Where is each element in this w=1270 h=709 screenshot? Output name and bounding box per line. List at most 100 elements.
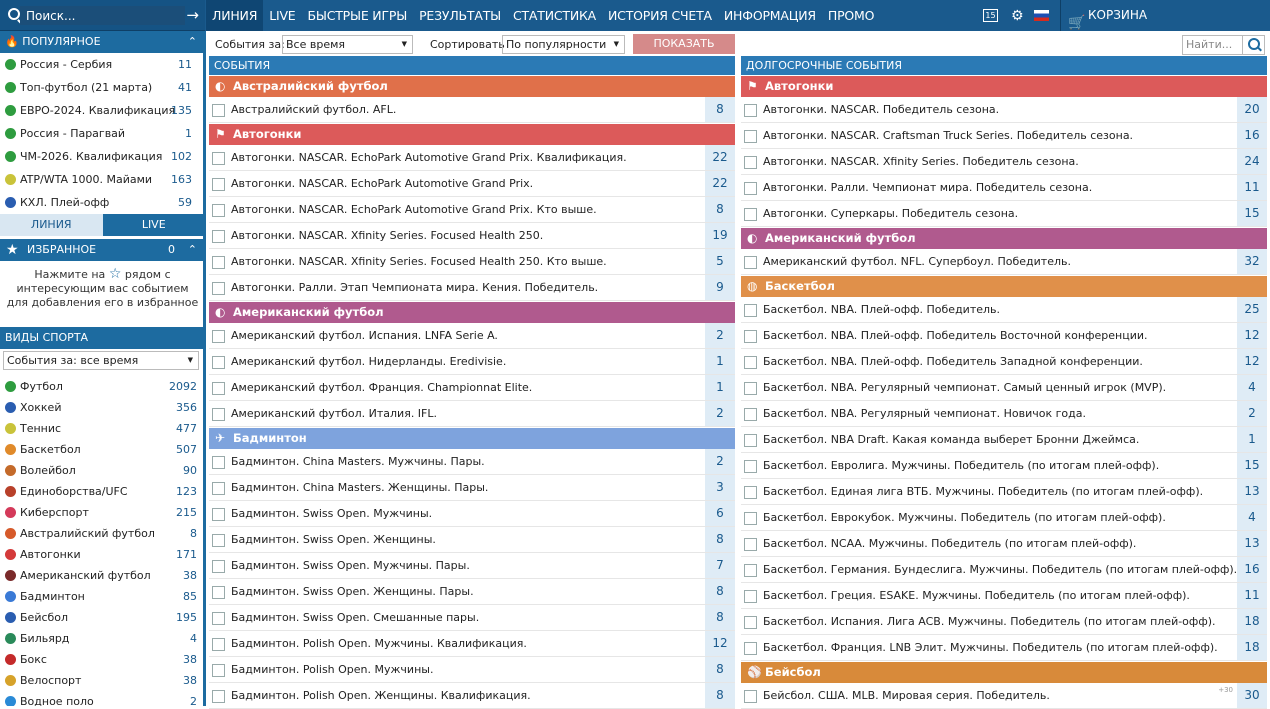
event-checkbox[interactable] (744, 182, 757, 195)
event-title[interactable]: Бадминтон. China Masters. Мужчины. Пары. (231, 449, 485, 475)
event-checkbox[interactable] (744, 104, 757, 117)
event-title[interactable]: Бадминтон. Swiss Open. Мужчины. Пары. (231, 553, 470, 579)
event-title[interactable]: Автогонки. NASCAR. Xfinity Series. Focus… (231, 223, 543, 249)
event-title[interactable]: Автогонки. NASCAR. Xfinity Series. Побед… (763, 149, 1079, 175)
category-header[interactable]: ⚑ Автогонки (209, 124, 735, 145)
category-header[interactable]: ⚾ Бейсбол (741, 662, 1267, 683)
event-checkbox[interactable] (212, 508, 225, 521)
sport-item[interactable]: Автогонки 171 (0, 544, 205, 565)
event-title[interactable]: Бейсбол. США. MLB. Мировая серия. Победи… (763, 683, 1050, 709)
event-row[interactable]: Автогонки. NASCAR. Xfinity Series. Focus… (209, 223, 735, 249)
event-count[interactable]: 2 (1237, 401, 1267, 426)
event-row[interactable]: Баскетбол. NBA. Плей-офф. Победитель Вос… (741, 323, 1267, 349)
event-row[interactable]: Бадминтон. Swiss Open. Мужчины. 6 (209, 501, 735, 527)
event-row[interactable]: Бейсбол. США. MLB. Мировая серия. Победи… (741, 683, 1267, 709)
sport-item[interactable]: Бейсбол 195 (0, 607, 205, 628)
sort-select[interactable]: По популярности ▼ (502, 35, 625, 54)
event-count[interactable]: 8 (705, 657, 735, 682)
event-title[interactable]: Баскетбол. Евролига. Мужчины. Победитель… (763, 453, 1159, 479)
event-row[interactable]: Баскетбол. NBA Draft. Какая команда выбе… (741, 427, 1267, 453)
category-header[interactable]: ◐ Австралийский футбол (209, 76, 735, 97)
event-checkbox[interactable] (744, 208, 757, 221)
event-row[interactable]: Баскетбол. Германия. Бундеслига. Мужчины… (741, 557, 1267, 583)
category-header[interactable]: ◐ Американский футбол (209, 302, 735, 323)
popular-item[interactable]: Россия - Сербия 11 (0, 53, 205, 76)
event-checkbox[interactable] (212, 204, 225, 217)
event-title[interactable]: Бадминтон. Swiss Open. Мужчины. (231, 501, 432, 527)
event-checkbox[interactable] (212, 282, 225, 295)
popular-item[interactable]: ATP/WTA 1000. Майами 163 (0, 168, 205, 191)
event-title[interactable]: Баскетбол. Германия. Бундеслига. Мужчины… (763, 557, 1237, 583)
event-count[interactable]: 25 (1237, 297, 1267, 322)
event-count[interactable]: 9 (705, 275, 735, 300)
search-input[interactable] (20, 6, 185, 25)
event-checkbox[interactable] (212, 152, 225, 165)
event-checkbox[interactable] (744, 330, 757, 343)
event-row[interactable]: Баскетбол. Испания. Лига ACB. Мужчины. П… (741, 609, 1267, 635)
event-title[interactable]: Американский футбол. Франция. Championna… (231, 375, 532, 401)
event-row[interactable]: Бадминтон. Polish Open. Женщины. Квалифи… (209, 683, 735, 709)
event-checkbox[interactable] (212, 178, 225, 191)
event-count[interactable]: 2 (705, 401, 735, 426)
event-checkbox[interactable] (744, 304, 757, 317)
event-checkbox[interactable] (744, 616, 757, 629)
event-row[interactable]: Автогонки. Ралли. Этап Чемпионата мира. … (209, 275, 735, 301)
event-title[interactable]: Баскетбол. NBA. Плей-офф. Победитель. (763, 297, 1000, 323)
chevron-up-icon[interactable]: ⌃ (188, 31, 197, 53)
event-row[interactable]: Американский футбол. Нидерланды. Eredivi… (209, 349, 735, 375)
category-header[interactable]: ⚑ Автогонки (741, 76, 1267, 97)
event-checkbox[interactable] (212, 230, 225, 243)
event-title[interactable]: Автогонки. Ралли. Этап Чемпионата мира. … (231, 275, 598, 301)
event-checkbox[interactable] (212, 690, 225, 703)
event-checkbox[interactable] (744, 434, 757, 447)
event-title[interactable]: Бадминтон. Polish Open. Женщины. Квалифи… (231, 683, 531, 709)
event-title[interactable]: Баскетбол. Греция. ESAKE. Мужчины. Побед… (763, 583, 1190, 609)
event-title[interactable]: Баскетбол. NBA Draft. Какая команда выбе… (763, 427, 1139, 453)
event-count[interactable]: 24 (1237, 149, 1267, 174)
sport-item[interactable]: Бокс 38 (0, 649, 205, 670)
sports-period-select[interactable]: События за: все время ▼ (3, 351, 199, 370)
event-checkbox[interactable] (212, 586, 225, 599)
event-count[interactable]: 18 (1237, 635, 1267, 660)
event-row[interactable]: Автогонки. NASCAR. EchoPark Automotive G… (209, 197, 735, 223)
event-count[interactable]: 4 (1237, 375, 1267, 400)
event-count[interactable]: 16 (1237, 557, 1267, 582)
sport-item[interactable]: Американский футбол 38 (0, 565, 205, 586)
event-title[interactable]: Баскетбол. Испания. Лига ACB. Мужчины. П… (763, 609, 1216, 635)
event-title[interactable]: Бадминтон. China Masters. Женщины. Пары. (231, 475, 488, 501)
event-count[interactable]: 32 (1237, 249, 1267, 274)
event-checkbox[interactable] (212, 456, 225, 469)
event-title[interactable]: Американский футбол. Испания. LNFA Serie… (231, 323, 498, 349)
event-count[interactable]: 15 (1237, 453, 1267, 478)
event-checkbox[interactable] (212, 482, 225, 495)
event-checkbox[interactable] (212, 408, 225, 421)
event-checkbox[interactable] (212, 664, 225, 677)
event-checkbox[interactable] (212, 356, 225, 369)
event-row[interactable]: Баскетбол. NCAA. Мужчины. Победитель (по… (741, 531, 1267, 557)
event-title[interactable]: Бадминтон. Polish Open. Мужчины. Квалифи… (231, 631, 527, 657)
nav-item[interactable]: РЕЗУЛЬТАТЫ (413, 0, 507, 31)
event-count[interactable]: 8 (705, 605, 735, 630)
event-checkbox[interactable] (744, 256, 757, 269)
event-row[interactable]: Бадминтон. Polish Open. Мужчины. Квалифи… (209, 631, 735, 657)
popular-item[interactable]: ЕВРО-2024. Квалификация 135 (0, 99, 205, 122)
view-badge[interactable]: 15 (983, 9, 998, 22)
event-title[interactable]: Американский футбол. Италия. IFL. (231, 401, 437, 427)
nav-item[interactable]: ИСТОРИЯ СЧЕТА (602, 0, 718, 31)
event-title[interactable]: Автогонки. Суперкары. Победитель сезона. (763, 201, 1018, 227)
event-row[interactable]: Баскетбол. NBA. Плей-офф. Победитель Зап… (741, 349, 1267, 375)
event-checkbox[interactable] (212, 256, 225, 269)
sport-item[interactable]: Единоборства/UFC 123 (0, 481, 205, 502)
event-title[interactable]: Баскетбол. Еврокубок. Мужчины. Победител… (763, 505, 1166, 531)
event-row[interactable]: Бадминтон. Swiss Open. Женщины. 8 (209, 527, 735, 553)
event-count[interactable]: 19 (705, 223, 735, 248)
event-row[interactable]: Бадминтон. Swiss Open. Женщины. Пары. 8 (209, 579, 735, 605)
sport-item[interactable]: Футбол 2092 (0, 376, 205, 397)
event-title[interactable]: Баскетбол. Франция. LNB Элит. Мужчины. П… (763, 635, 1218, 661)
event-title[interactable]: Автогонки. NASCAR. Победитель сезона. (763, 97, 999, 123)
event-row[interactable]: Бадминтон. Swiss Open. Смешанные пары. 8 (209, 605, 735, 631)
event-row[interactable]: Автогонки. NASCAR. Craftsman Truck Serie… (741, 123, 1267, 149)
event-count[interactable]: 8 (705, 683, 735, 708)
event-row[interactable]: Баскетбол. Евролига. Мужчины. Победитель… (741, 453, 1267, 479)
event-row[interactable]: Автогонки. NASCAR. Xfinity Series. Focus… (209, 249, 735, 275)
